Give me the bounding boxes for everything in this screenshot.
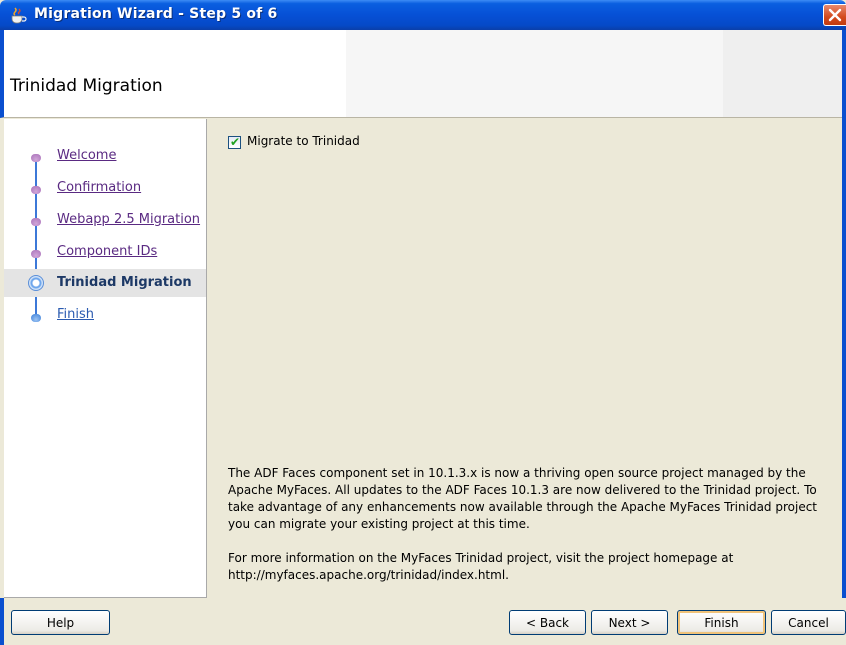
nav-step-webapp-migration[interactable]: Webapp 2.5 Migration [4,207,206,235]
migrate-to-trinidad-checkbox[interactable]: ✔ [228,135,241,149]
header-decoration [346,30,723,117]
info-paragraph: The ADF Faces component set in 10.1.3.x … [228,466,818,531]
help-button[interactable]: Help [11,610,110,635]
finish-button[interactable]: Finish [677,610,766,635]
back-button[interactable]: < Back [509,610,586,635]
cancel-button[interactable]: Cancel [771,610,846,635]
step-upcoming-icon [31,314,41,322]
window-border [842,30,846,645]
checkmark-icon: ✔ [230,135,241,149]
step-visited-icon [31,186,41,194]
nav-step-label: Trinidad Migration [57,275,192,290]
wizard-step-navigator: Welcome Confirmation Webapp 2.5 Migratio… [4,119,207,598]
nav-step-label[interactable]: Confirmation [57,180,141,195]
next-button[interactable]: Next > [591,610,668,635]
button-bar: Help < Back Next > Finish Cancel [0,598,846,645]
wizard-content-panel: ✔ Migrate to Trinidad The ADF Faces comp… [210,119,842,598]
nav-step-finish[interactable]: Finish [4,303,206,331]
step-visited-icon [31,250,41,258]
nav-step-trinidad-migration[interactable]: Trinidad Migration [4,269,206,297]
step-visited-icon [31,154,41,162]
step-current-icon [28,275,44,291]
header-decoration [723,30,846,117]
title-bar[interactable]: Migration Wizard - Step 5 of 6 [0,0,846,30]
nav-step-confirmation[interactable]: Confirmation [4,175,206,203]
page-title: Trinidad Migration [10,76,163,96]
info-text: The ADF Faces component set in 10.1.3.x … [228,465,838,601]
java-cup-icon [8,6,28,24]
wizard-header: Trinidad Migration [0,30,846,118]
nav-step-welcome[interactable]: Welcome [4,143,206,171]
nav-step-label[interactable]: Welcome [57,148,116,163]
nav-step-label[interactable]: Component IDs [57,244,157,259]
step-visited-icon [31,218,41,226]
info-paragraph: For more information on the MyFaces Trin… [228,551,734,582]
nav-step-component-ids[interactable]: Component IDs [4,239,206,267]
nav-step-label[interactable]: Finish [57,307,94,322]
nav-step-label[interactable]: Webapp 2.5 Migration [57,212,200,227]
window-title: Migration Wizard - Step 5 of 6 [34,6,278,22]
close-button[interactable] [823,4,846,26]
migrate-to-trinidad-label[interactable]: Migrate to Trinidad [247,134,360,148]
close-icon [828,8,842,22]
